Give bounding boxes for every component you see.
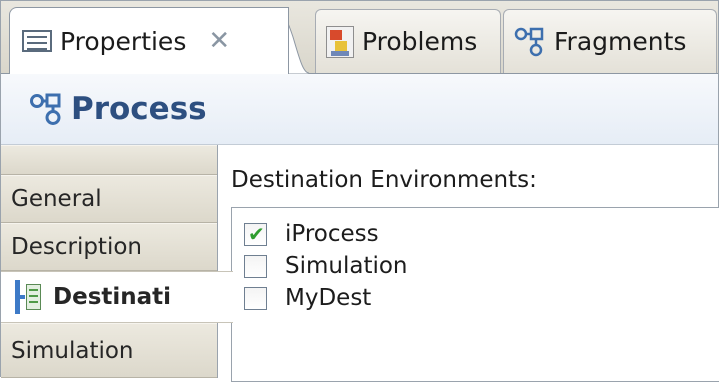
tab-fragments[interactable]: Fragments	[503, 9, 717, 73]
list-item-simulation[interactable]: Simulation	[244, 250, 408, 282]
list-item-label: Simulation	[285, 253, 408, 279]
page-title: Process	[71, 91, 207, 127]
tab-problems[interactable]: Problems	[315, 9, 501, 73]
tab-fragments-label: Fragments	[554, 27, 687, 56]
environment-list: ✔ iProcess Simulation MyDest	[231, 207, 719, 382]
nav-item-label: Description	[11, 234, 142, 260]
destination-panel: Destination Environments: ✔ iProcess Sim…	[218, 145, 719, 382]
tab-properties[interactable]: Properties ✕	[9, 7, 289, 74]
tab-strip: Properties ✕ Problems Fragments	[1, 1, 718, 74]
checkmark-icon: ✔	[248, 221, 265, 246]
list-item-mydest[interactable]: MyDest	[244, 282, 371, 314]
list-item-label: iProcess	[285, 221, 379, 247]
nav-spacer	[1, 145, 217, 175]
mydest-checkbox[interactable]	[244, 286, 267, 310]
nav-item-simulation[interactable]: Simulation	[1, 323, 217, 378]
problems-icon	[326, 25, 354, 58]
nav-item-destination[interactable]: Destinati	[1, 271, 233, 323]
iprocess-checkbox[interactable]: ✔	[244, 221, 267, 246]
nav-item-description[interactable]: Description	[1, 223, 217, 271]
list-item-iprocess[interactable]: ✔ iProcess	[244, 218, 379, 250]
section-nav: General Description Destinati Simulation	[1, 145, 233, 378]
nav-item-label: Destinati	[53, 284, 172, 310]
properties-view: Properties ✕ Problems Fragments Process …	[0, 0, 719, 382]
list-item-label: MyDest	[285, 285, 372, 311]
section-header: Process	[1, 74, 718, 145]
nav-item-general[interactable]: General	[1, 175, 217, 223]
destination-environments-label: Destination Environments:	[231, 167, 537, 193]
destination-icon	[15, 280, 41, 314]
nav-item-label: Simulation	[11, 337, 134, 364]
process-icon	[30, 93, 61, 125]
simulation-checkbox[interactable]	[244, 254, 267, 278]
nav-item-label: General	[11, 186, 102, 212]
tab-problems-label: Problems	[362, 27, 478, 56]
tab-properties-label: Properties	[60, 26, 187, 56]
properties-icon	[22, 30, 52, 52]
close-icon[interactable]: ✕	[208, 28, 230, 54]
fragments-icon	[514, 27, 544, 56]
